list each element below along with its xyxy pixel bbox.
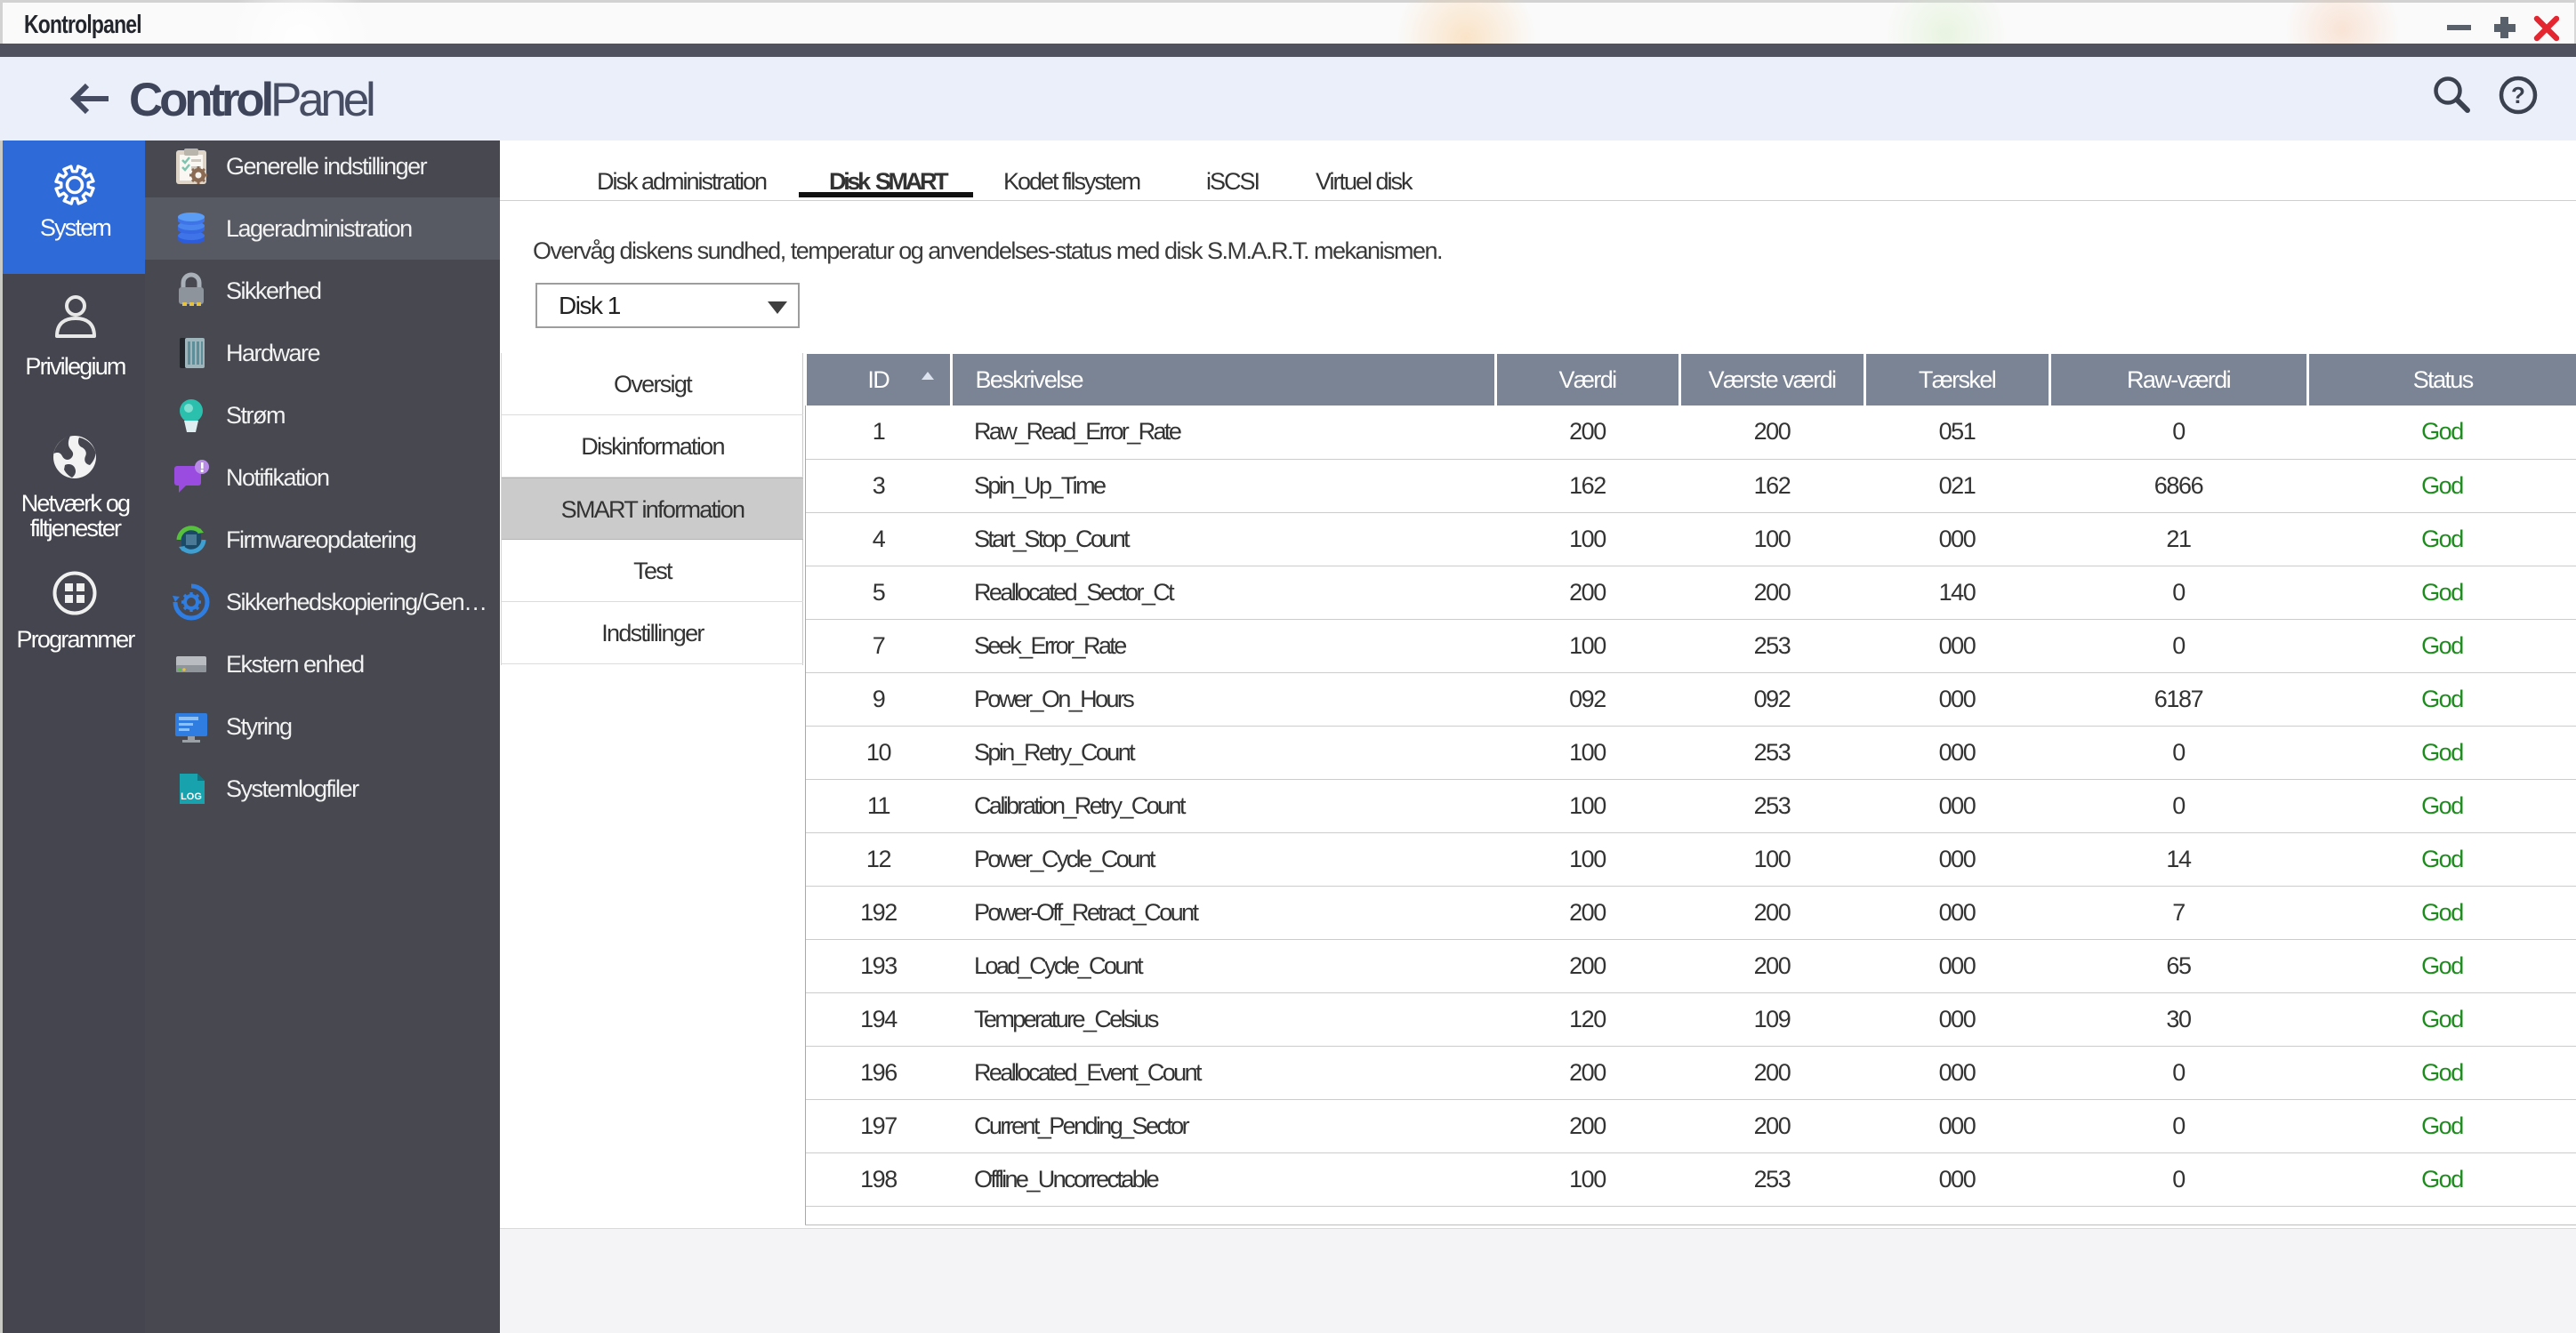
svg-text:?: ? [2511, 82, 2525, 108]
svg-text:LOG: LOG [181, 791, 202, 802]
